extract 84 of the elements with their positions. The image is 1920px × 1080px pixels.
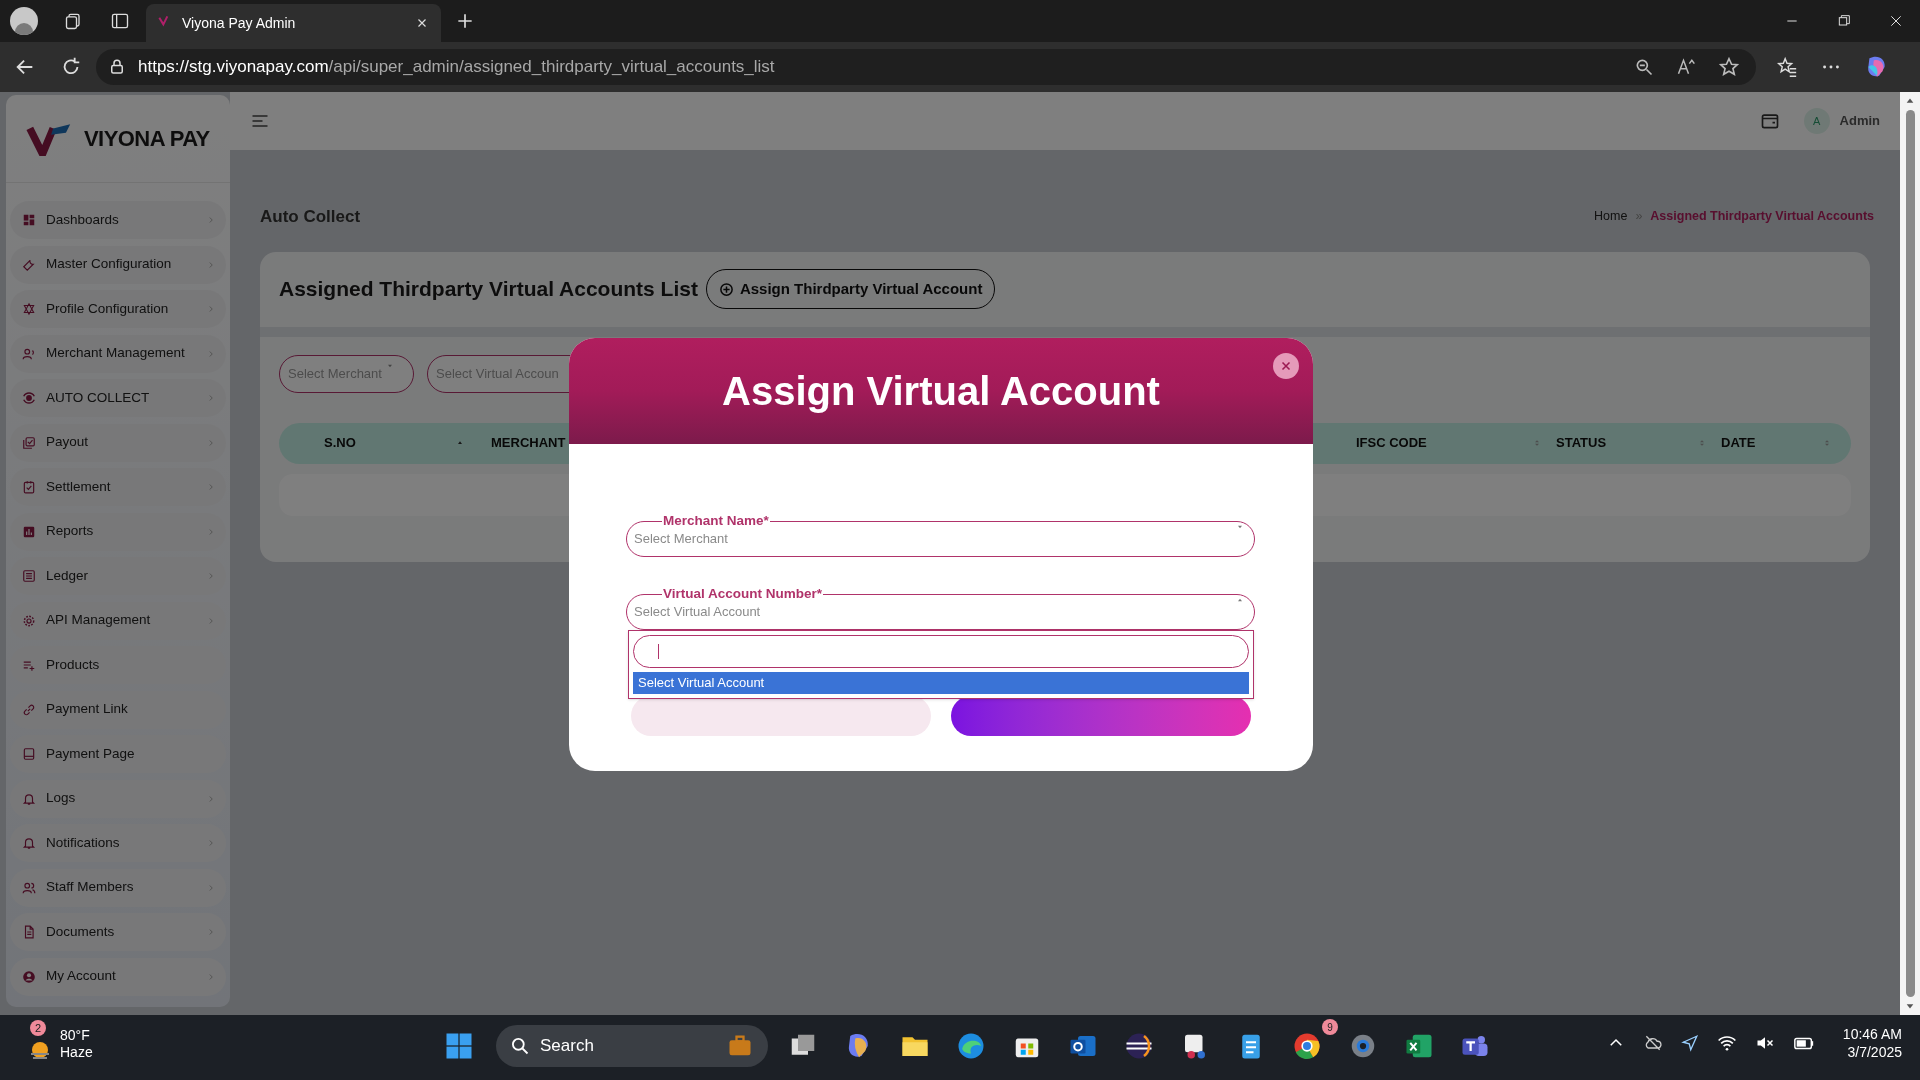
favorites-icon[interactable] xyxy=(1776,56,1798,78)
wallet-icon[interactable] xyxy=(1759,111,1780,131)
notification-badge: 9 xyxy=(1322,1019,1338,1035)
temperature-text: 80°F xyxy=(60,1027,91,1044)
new-tab-icon[interactable] xyxy=(455,11,475,31)
menu-item-icon xyxy=(22,346,36,361)
menu-item-icon xyxy=(22,480,36,494)
menu-item-icon xyxy=(22,925,36,939)
field-label: Merchant Name* xyxy=(662,513,770,529)
column-header[interactable]: S.NO xyxy=(324,433,356,453)
text-cursor xyxy=(658,644,659,659)
menu-item-icon xyxy=(22,613,36,628)
dropdown-option[interactable]: Select Virtual Account xyxy=(633,672,1249,694)
logo-text: VIYONA PAY xyxy=(84,125,210,153)
sidebar-item[interactable]: Documents xyxy=(10,913,226,951)
field-label: Virtual Account Number* xyxy=(662,586,824,602)
weather-condition: Haze xyxy=(60,1044,93,1061)
column-header[interactable]: STATUS xyxy=(1556,433,1607,453)
user-name[interactable]: Admin xyxy=(1839,111,1880,131)
zoom-out-icon[interactable] xyxy=(1634,57,1654,77)
plus-circle-icon xyxy=(718,281,734,297)
clock-time[interactable]: 10:46 AM xyxy=(1842,1025,1902,1043)
menu-item-icon xyxy=(22,747,36,761)
menu-item-icon xyxy=(22,836,36,850)
eclipse-icon[interactable] xyxy=(1124,1031,1154,1061)
restore-icon[interactable] xyxy=(1836,13,1852,29)
scroll-down-icon[interactable] xyxy=(1905,1001,1915,1011)
notification-badge: 2 xyxy=(30,1020,46,1036)
menu-item-icon xyxy=(22,791,36,806)
sidebar-item[interactable]: Dashboards xyxy=(10,201,226,239)
search-icon xyxy=(510,1036,530,1056)
start-icon[interactable] xyxy=(444,1031,474,1061)
sidebar-item[interactable]: Profile Configuration xyxy=(10,290,226,328)
vertical-tabs-icon[interactable] xyxy=(110,11,130,31)
edge-browser-icon[interactable] xyxy=(956,1031,986,1061)
sidebar-item[interactable]: Payout xyxy=(10,423,226,462)
menu-item-icon xyxy=(22,257,36,272)
scrollbar[interactable] xyxy=(1900,92,1920,1015)
read-aloud-icon[interactable] xyxy=(1676,57,1696,77)
sidebar-item[interactable]: Staff Members xyxy=(10,868,226,907)
sidebar-item[interactable]: Master Configuration xyxy=(10,245,226,284)
menu-item-icon xyxy=(22,658,36,672)
sidebar-item[interactable]: Settlement xyxy=(10,468,226,506)
menu-item-icon xyxy=(22,524,36,539)
button-edge[interactable] xyxy=(631,696,931,736)
menu-item-icon xyxy=(22,880,36,895)
menu-item-icon xyxy=(22,569,36,583)
close-window-icon[interactable] xyxy=(1888,13,1904,29)
column-header[interactable]: IFSC CODE xyxy=(1356,433,1427,453)
taskbar-search[interactable]: Search xyxy=(496,1025,768,1067)
location-icon[interactable] xyxy=(1680,1034,1699,1052)
close-button[interactable] xyxy=(1273,353,1299,379)
scroll-up-icon[interactable] xyxy=(1905,96,1915,106)
breadcrumb-link[interactable]: Home xyxy=(1594,207,1628,227)
breadcrumb-current: Assigned Thirdparty Virtual Accounts xyxy=(1650,208,1874,226)
sidebar-item[interactable]: My Account xyxy=(10,957,226,996)
column-header[interactable]: DATE xyxy=(1721,433,1756,453)
address-bar[interactable]: https://stg.viyonapay.com/api/super_admin/assigned_thirdparty_virtual_accounts_list xyxy=(96,49,1756,85)
modal-title: Assign Virtual Account xyxy=(722,368,1160,415)
sidebar-item[interactable]: Notifications xyxy=(10,824,226,862)
page-title: Auto Collect xyxy=(260,206,361,228)
wifi-icon[interactable] xyxy=(1716,1033,1737,1053)
profile-icon[interactable] xyxy=(10,7,38,35)
button-edge[interactable] xyxy=(951,696,1251,736)
user-avatar[interactable]: A xyxy=(1803,108,1830,134)
menu-item-icon xyxy=(22,435,36,450)
browser-tab[interactable]: Viyona Pay Admin xyxy=(146,4,441,42)
close-icon xyxy=(1279,359,1293,373)
menu-item-icon xyxy=(22,213,36,227)
breadcrumb-separator: » xyxy=(1635,208,1643,226)
menu-item-icon xyxy=(22,969,36,984)
sort-ascending-icon[interactable] xyxy=(456,439,464,447)
url-text: https://stg.viyonapay.com/api/super_admin/assigned_thirdparty_virtual_accounts_list xyxy=(138,56,776,79)
sidebar-item[interactable]: Merchant Management xyxy=(10,334,226,373)
card-title: Assigned Thirdparty Virtual Accounts List xyxy=(279,276,698,303)
menu-item-icon xyxy=(22,702,36,717)
lock-icon xyxy=(108,58,126,76)
menu-item-icon xyxy=(22,302,36,316)
chrome-icon[interactable] xyxy=(1292,1031,1322,1061)
favorite-star-icon[interactable] xyxy=(1718,56,1740,78)
clock-date[interactable]: 3/7/2025 xyxy=(1847,1043,1902,1061)
column-header[interactable]: MERCHANT xyxy=(491,433,566,453)
sidebar-item[interactable]: AUTO COLLECT xyxy=(10,379,226,417)
menu-item-icon xyxy=(22,391,36,405)
